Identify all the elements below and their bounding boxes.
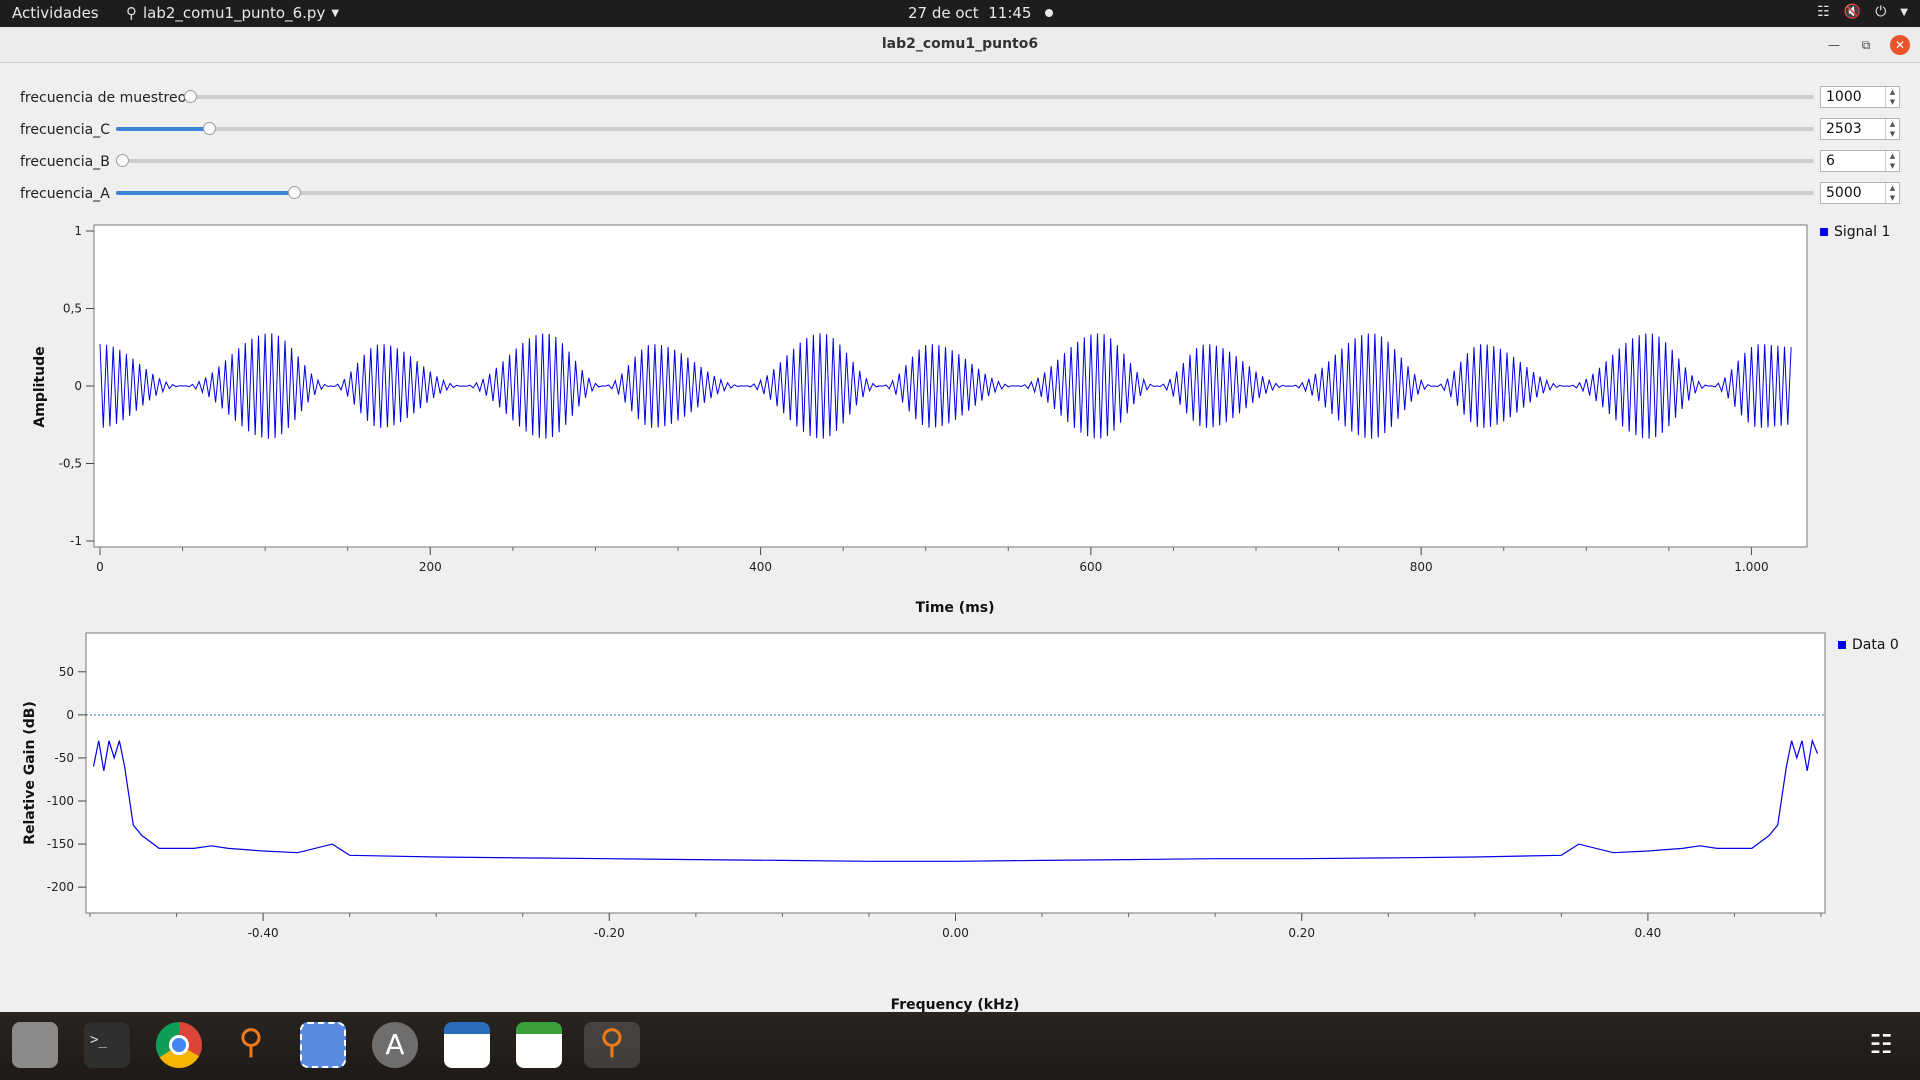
plot-canvas bbox=[85, 632, 1826, 914]
system-tray[interactable]: ☷ 🔇 ⏻ ▼ bbox=[1817, 4, 1908, 20]
screenshot-icon[interactable] bbox=[300, 1022, 346, 1068]
x-tick-label: 0 bbox=[96, 560, 104, 574]
x-tick-label: 0.40 bbox=[1635, 926, 1662, 940]
legend-swatch-icon bbox=[1838, 641, 1846, 649]
chevron-down-icon: ▼ bbox=[1900, 6, 1908, 18]
y-tick-label: 0,5 bbox=[63, 302, 82, 316]
slider-label: frecuencia_A bbox=[20, 186, 110, 202]
x-tick-label: 600 bbox=[1079, 560, 1102, 574]
terminal-icon[interactable]: >_ bbox=[84, 1022, 130, 1068]
frecuencia-c-slider[interactable] bbox=[116, 122, 1814, 135]
app-menu-label: lab2_comu1_punto_6.py bbox=[143, 4, 326, 22]
minimize-icon[interactable]: — bbox=[1824, 35, 1844, 55]
spinbox-value: 1000 bbox=[1826, 89, 1862, 105]
legend-swatch-icon bbox=[1820, 228, 1828, 236]
y-tick-label: -100 bbox=[47, 794, 74, 808]
files-icon[interactable] bbox=[12, 1022, 58, 1068]
slider-handle[interactable] bbox=[203, 122, 217, 135]
gnuradio-small-icon: ⚲ bbox=[126, 4, 137, 22]
slider-row-frecuencia-c: frecuencia_C 2503 ▲ ▼ bbox=[0, 116, 1920, 142]
y-tick-label: 0 bbox=[74, 379, 82, 393]
calc-icon[interactable] bbox=[516, 1022, 562, 1068]
y-tick-label: 1 bbox=[74, 224, 82, 238]
app-grid-icon[interactable]: ☷ bbox=[1858, 1022, 1904, 1068]
slider-row-frecuencia-a: frecuencia_A 5000 ▲ ▼ bbox=[0, 180, 1920, 206]
y-tick-label: 50 bbox=[59, 665, 74, 679]
legend-data-0[interactable]: Data 0 bbox=[1838, 637, 1899, 653]
frecuencia-c-spinbox[interactable]: 2503 ▲ ▼ bbox=[1820, 118, 1900, 140]
spinbox-value: 6 bbox=[1826, 153, 1835, 169]
slider-fill bbox=[116, 191, 295, 195]
slider-row-sample-rate: frecuencia de muestreo 1000 ▲ ▼ bbox=[0, 84, 1920, 110]
x-tick-label: 400 bbox=[749, 560, 772, 574]
spin-arrows-icon[interactable]: ▲ ▼ bbox=[1885, 87, 1899, 107]
clock[interactable]: 27 de oct 11:45 bbox=[908, 4, 1054, 22]
spinbox-value: 2503 bbox=[1826, 121, 1862, 137]
clock-date: 27 de oct bbox=[908, 4, 979, 22]
chrome-icon[interactable] bbox=[156, 1022, 202, 1068]
x-tick-label: -0.20 bbox=[594, 926, 625, 940]
app-menu[interactable]: ⚲ lab2_comu1_punto_6.py ▼ bbox=[126, 4, 339, 22]
slider-handle[interactable] bbox=[116, 154, 129, 167]
window-titlebar[interactable]: lab2_comu1_punto6 — ⧉ ✕ bbox=[0, 27, 1920, 63]
x-axis-title: Frequency (kHz) bbox=[891, 997, 1020, 1012]
frecuencia-a-spinbox[interactable]: 5000 ▲ ▼ bbox=[1820, 182, 1900, 204]
y-axis-title: Relative Gain (dB) bbox=[22, 701, 38, 845]
y-tick-label: -1 bbox=[70, 534, 82, 548]
activities-button[interactable]: Actividades bbox=[12, 4, 99, 22]
x-tick-label: 0.00 bbox=[942, 926, 969, 940]
gnuradio-icon[interactable]: ⚲ bbox=[228, 1022, 274, 1068]
volume-icon: 🔇 bbox=[1843, 4, 1862, 20]
top-bar: Actividades ⚲ lab2_comu1_punto_6.py ▼ 27… bbox=[0, 0, 1920, 27]
frecuencia-b-spinbox[interactable]: 6 ▲ ▼ bbox=[1820, 150, 1900, 172]
y-tick-label: -50 bbox=[54, 751, 74, 765]
frecuencia-b-slider[interactable] bbox=[116, 154, 1814, 167]
spin-arrows-icon[interactable]: ▲ ▼ bbox=[1885, 119, 1899, 139]
slider-label: frecuencia_C bbox=[20, 122, 110, 138]
writer-icon[interactable] bbox=[444, 1022, 490, 1068]
slider-row-frecuencia-b: frecuencia_B 6 ▲ ▼ bbox=[0, 148, 1920, 174]
slider-label: frecuencia_B bbox=[20, 154, 110, 170]
window-title: lab2_comu1_punto6 bbox=[881, 36, 1039, 52]
x-tick-label: 1.000 bbox=[1734, 560, 1768, 574]
frequency-domain-plot[interactable]: -0.40 -0.20 0.00 0.20 0.40 50 0 -50 -100 -150 -200… bbox=[0, 601, 1920, 1012]
y-tick-label: -150 bbox=[47, 837, 74, 851]
spinbox-value: 5000 bbox=[1826, 185, 1862, 201]
spin-arrows-icon[interactable]: ▲ ▼ bbox=[1885, 183, 1899, 203]
y-tick-label: 0 bbox=[66, 708, 74, 722]
close-icon[interactable]: ✕ bbox=[1890, 35, 1910, 55]
x-tick-label: 200 bbox=[419, 560, 442, 574]
y-axis-title: Amplitude bbox=[32, 346, 48, 427]
sample-rate-slider[interactable] bbox=[184, 90, 1814, 103]
clock-time: 11:45 bbox=[988, 4, 1032, 22]
notification-dot-icon bbox=[1045, 9, 1054, 17]
maximize-icon[interactable]: ⧉ bbox=[1856, 35, 1876, 55]
legend-signal-1[interactable]: Signal 1 bbox=[1820, 224, 1890, 240]
software-icon[interactable]: A bbox=[372, 1022, 418, 1068]
x-tick-label: -0.40 bbox=[248, 926, 279, 940]
power-icon: ⏻ bbox=[1875, 4, 1887, 20]
y-tick-label: -0,5 bbox=[59, 457, 82, 471]
legend-label: Data 0 bbox=[1852, 637, 1899, 653]
spin-arrows-icon[interactable]: ▲ ▼ bbox=[1885, 151, 1899, 171]
frecuencia-a-slider[interactable] bbox=[116, 186, 1814, 199]
chevron-down-icon: ▼ bbox=[331, 7, 340, 19]
x-tick-label: 0.20 bbox=[1288, 926, 1315, 940]
dock: >_ ⚲ A ⚲ ☷ bbox=[0, 1012, 1920, 1080]
slider-label: frecuencia de muestreo bbox=[20, 90, 187, 106]
slider-fill bbox=[116, 127, 210, 131]
sample-rate-spinbox[interactable]: 1000 ▲ ▼ bbox=[1820, 86, 1900, 108]
x-tick-label: 800 bbox=[1410, 560, 1433, 574]
app-window: lab2_comu1_punto6 — ⧉ ✕ frecuencia de mu… bbox=[0, 27, 1920, 1012]
gnuradio-active-icon[interactable]: ⚲ bbox=[584, 1022, 640, 1068]
slider-handle[interactable] bbox=[288, 186, 302, 199]
slider-handle[interactable] bbox=[184, 90, 197, 103]
network-icon: ☷ bbox=[1817, 4, 1830, 20]
legend-label: Signal 1 bbox=[1834, 224, 1891, 240]
y-tick-label: -200 bbox=[47, 880, 74, 894]
time-domain-plot[interactable]: 0 200 400 600 800 1.00010,50-0,5-1 Time (ms) … bbox=[0, 215, 1920, 625]
